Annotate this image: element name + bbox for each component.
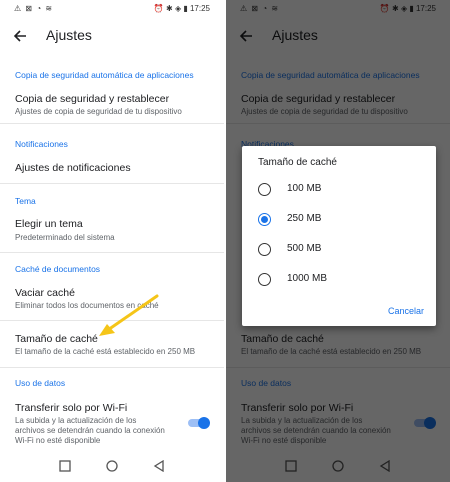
theme-title: Elegir un tema: [15, 218, 83, 230]
wifi-only-title: Transferir solo por Wi-Fi: [15, 402, 128, 414]
backup-title: Copia de seguridad y restablecer: [15, 93, 170, 105]
radio-option-100mb[interactable]: 100 MB: [258, 181, 428, 201]
settings-screen-with-dialog: ⚠ ⊠ ◔ ≋ ⏰ ✱ ◈ ▮ 17:25 Ajustes Copia de s…: [226, 0, 450, 482]
cache-size-title: Tamaño de caché: [15, 333, 98, 345]
divider: [0, 252, 224, 253]
radio-option-250mb[interactable]: 250 MB: [258, 211, 428, 231]
toggle-thumb: [198, 417, 210, 429]
annotation-arrow-icon: [99, 294, 159, 336]
option-label: 500 MB: [287, 243, 322, 254]
option-label: 250 MB: [287, 213, 322, 224]
option-label: 1000 MB: [287, 273, 328, 284]
cancel-button[interactable]: Cancelar: [388, 306, 424, 316]
home-circle-icon[interactable]: [106, 460, 118, 472]
status-right-icons: ⏰ ✱ ◈ ▮: [153, 4, 188, 13]
radio-option-500mb[interactable]: 500 MB: [258, 241, 428, 261]
section-header-data-usage: Uso de datos: [15, 378, 66, 388]
back-triangle-icon[interactable]: [153, 460, 165, 472]
section-header-notifications: Notificaciones: [15, 139, 68, 149]
section-header-backup: Copia de seguridad automática de aplicac…: [15, 70, 194, 80]
wifi-only-subtitle: La subida y la actualización de los arch…: [15, 416, 165, 445]
radio-button-selected[interactable]: [258, 213, 271, 226]
radio-button[interactable]: [258, 183, 271, 196]
cache-size-dialog: Tamaño de caché 100 MB 250 MB 500 MB 100…: [242, 146, 436, 326]
divider: [0, 123, 224, 124]
radio-button[interactable]: [258, 273, 271, 286]
status-time: 17:25: [189, 4, 210, 13]
radio-option-1000mb[interactable]: 1000 MB: [258, 271, 428, 291]
page-title: Ajustes: [46, 27, 92, 43]
status-right: ⏰ ✱ ◈ ▮ 17:25: [154, 4, 210, 13]
navigation-bar: [0, 452, 224, 482]
dialog-title: Tamaño de caché: [258, 157, 337, 168]
option-label: 100 MB: [287, 183, 322, 194]
theme-subtitle: Predeterminado del sistema: [15, 233, 115, 242]
wifi-only-toggle[interactable]: [186, 416, 210, 430]
backup-subtitle: Ajustes de copia de seguridad de tu disp…: [15, 107, 182, 116]
divider: [0, 367, 224, 368]
back-arrow-icon[interactable]: [11, 27, 29, 45]
settings-screen: ⚠ ⊠ ◔ ≋ ⏰ ✱ ◈ ▮ 17:25 Ajustes Copia de s…: [0, 0, 224, 482]
divider: [0, 183, 224, 184]
section-header-cache: Caché de documentos: [15, 264, 101, 274]
notification-settings-item[interactable]: Ajustes de notificaciones: [15, 162, 131, 174]
cache-size-subtitle: El tamaño de la caché está establecido e…: [15, 347, 196, 356]
clear-cache-title: Vaciar caché: [15, 287, 75, 299]
app-bar: Ajustes: [0, 18, 224, 54]
status-left-icons: ⚠ ⊠ ◔ ≋: [14, 4, 54, 13]
recents-square-icon[interactable]: [59, 460, 71, 472]
status-bar: ⚠ ⊠ ◔ ≋ ⏰ ✱ ◈ ▮ 17:25: [0, 0, 224, 18]
section-header-theme: Tema: [15, 196, 36, 206]
radio-button[interactable]: [258, 243, 271, 256]
